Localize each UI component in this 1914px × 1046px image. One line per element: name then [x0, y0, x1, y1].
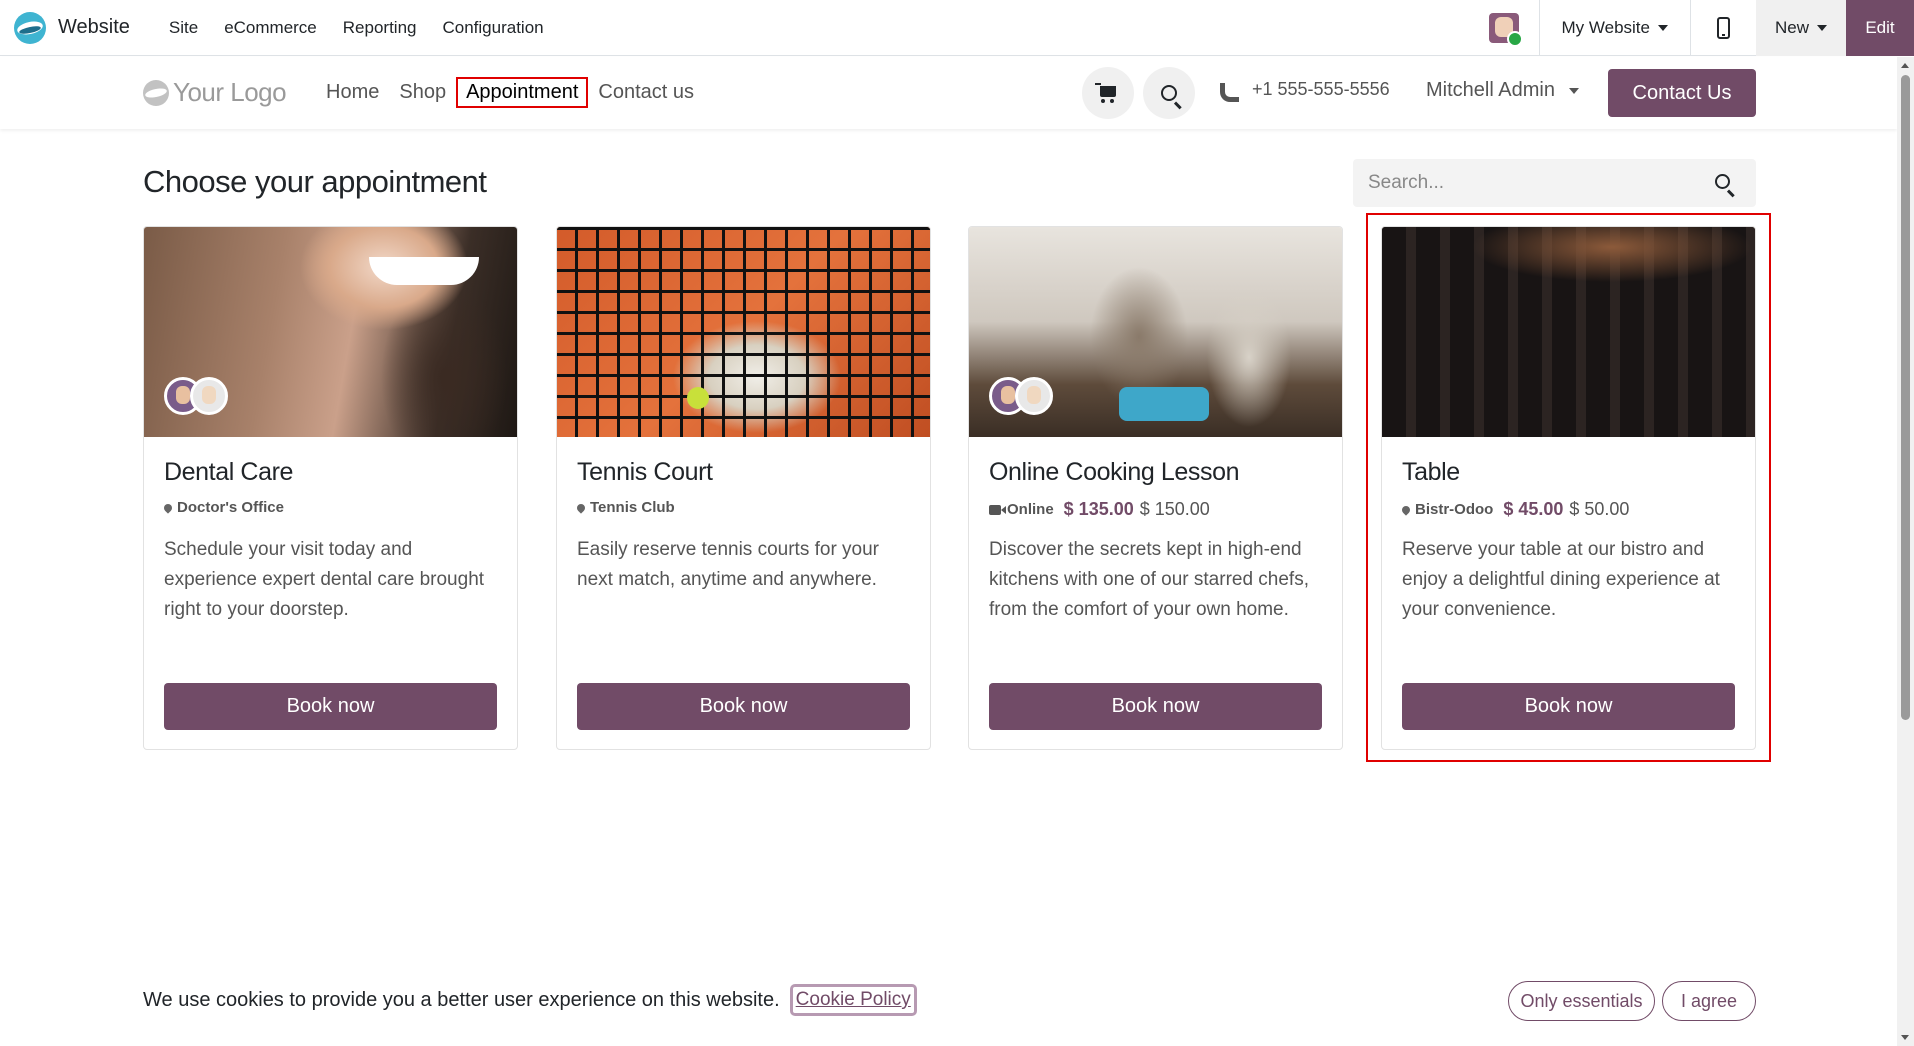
user-name: Mitchell Admin	[1426, 79, 1555, 101]
new-button[interactable]: New	[1756, 0, 1846, 56]
card-image	[557, 227, 930, 437]
mobile-preview-button[interactable]	[1690, 0, 1756, 56]
pin-icon	[1400, 503, 1412, 516]
card-image	[144, 227, 517, 437]
admin-actions: My Website New Edit	[1469, 0, 1914, 56]
book-now-button[interactable]: Book now	[164, 683, 497, 730]
book-now-button[interactable]: Book now	[577, 683, 910, 730]
staff-avatars	[989, 377, 1053, 415]
admin-menu-configuration[interactable]: Configuration	[430, 18, 557, 38]
admin-menu-ecommerce[interactable]: eCommerce	[211, 18, 330, 38]
site-logo[interactable]: Your Logo	[143, 77, 287, 108]
edit-button-label: Edit	[1865, 18, 1895, 37]
appointment-search	[1353, 159, 1756, 207]
app-switcher[interactable]: Website	[0, 0, 156, 56]
caret-down-icon	[1817, 25, 1827, 31]
admin-menu-reporting[interactable]: Reporting	[330, 18, 430, 38]
nav-contact-us[interactable]: Contact us	[588, 77, 704, 108]
card-title: Online Cooking Lesson	[989, 458, 1240, 486]
location-label: Tennis Club	[590, 499, 675, 516]
search-input[interactable]	[1353, 172, 1693, 194]
phone-icon	[1220, 83, 1234, 97]
book-now-button[interactable]: Book now	[1402, 683, 1735, 730]
location-label: Doctor's Office	[177, 499, 284, 516]
card-price: $ 45.00	[1503, 499, 1564, 519]
header-search-button[interactable]	[1143, 67, 1195, 119]
location-label: Bistr-Odoo	[1415, 501, 1494, 518]
appointment-card-table[interactable]: Table Bistr-Odoo $ 45.00 $ 50.00 Reserve…	[1381, 226, 1756, 750]
card-location: Bistr-Odoo $ 45.00 $ 50.00	[1400, 499, 1630, 520]
card-location: Tennis Club	[575, 499, 675, 516]
app-name: Website	[58, 16, 130, 38]
admin-navbar: Website Site eCommerce Reporting Configu…	[0, 0, 1914, 56]
cookie-message: We use cookies to provide you a better u…	[143, 988, 780, 1011]
pin-icon	[575, 501, 587, 514]
card-title: Dental Care	[164, 458, 293, 486]
card-image	[1382, 227, 1755, 437]
staff-avatars	[164, 377, 228, 415]
appointment-card-online-cooking-lesson[interactable]: Online Cooking Lesson Online $ 135.00 $ …	[968, 226, 1343, 750]
cart-button[interactable]	[1082, 67, 1134, 119]
user-menu[interactable]: Mitchell Admin	[1426, 79, 1579, 102]
avatar	[1015, 377, 1053, 415]
cookie-banner: We use cookies to provide you a better u…	[143, 984, 917, 1016]
search-icon	[1161, 85, 1177, 101]
card-description: Reserve your table at our bistro and enj…	[1402, 539, 1720, 620]
avatar	[1488, 13, 1523, 47]
new-button-label: New	[1774, 18, 1809, 37]
edit-button[interactable]: Edit	[1846, 0, 1914, 56]
card-price-original: $ 50.00	[1569, 499, 1630, 519]
contact-us-button[interactable]: Contact Us	[1608, 69, 1756, 117]
card-image	[969, 227, 1342, 437]
card-location: Online $ 135.00 $ 150.00	[989, 499, 1210, 520]
appointment-card-dental-care[interactable]: Dental Care Doctor's Office Schedule you…	[143, 226, 518, 750]
website-selector[interactable]: My Website	[1538, 0, 1691, 56]
logo-icon	[143, 79, 169, 106]
book-now-button[interactable]: Book now	[989, 683, 1322, 730]
card-title: Table	[1402, 458, 1460, 486]
logo-text: Your Logo	[173, 77, 287, 107]
phone-number: +1 555-555-5556	[1252, 79, 1390, 99]
site-nav: Home Shop Appointment Contact us	[316, 77, 704, 108]
scroll-thumb[interactable]	[1901, 75, 1910, 720]
avatar	[190, 377, 228, 415]
scroll-up-arrow-icon[interactable]	[1901, 63, 1909, 68]
page-title: Choose your appointment	[143, 164, 487, 199]
admin-menu-site[interactable]: Site	[156, 18, 211, 38]
website-app-icon	[14, 11, 46, 44]
card-price-original: $ 150.00	[1139, 499, 1210, 519]
nav-appointment[interactable]: Appointment	[456, 77, 589, 108]
search-icon[interactable]	[1715, 174, 1730, 189]
user-avatar-button[interactable]	[1469, 0, 1539, 56]
nav-shop[interactable]: Shop	[389, 77, 456, 108]
nav-home[interactable]: Home	[316, 77, 389, 108]
admin-menu: Site eCommerce Reporting Configuration	[156, 18, 557, 38]
only-essentials-button[interactable]: Only essentials	[1508, 981, 1655, 1021]
caret-down-icon	[1658, 25, 1668, 31]
i-agree-button[interactable]: I agree	[1662, 981, 1756, 1021]
cart-icon	[1095, 83, 1116, 103]
pin-icon	[162, 501, 174, 514]
phone-link[interactable]: +1 555-555-5556	[1220, 79, 1390, 100]
website-selector-label: My Website	[1561, 18, 1651, 37]
website-header: Your Logo Home Shop Appointment Contact …	[0, 57, 1897, 129]
video-camera-icon	[989, 504, 1006, 515]
mobile-icon	[1717, 17, 1730, 39]
card-description: Schedule your visit today and experience…	[164, 539, 485, 620]
cookie-policy-link[interactable]: Cookie Policy	[789, 984, 917, 1016]
card-description: Easily reserve tennis courts for your ne…	[577, 539, 880, 590]
location-label: Online	[1007, 501, 1054, 518]
scroll-down-arrow-icon[interactable]	[1901, 1035, 1909, 1040]
card-description: Discover the secrets kept in high-end ki…	[989, 539, 1309, 620]
card-location: Doctor's Office	[162, 499, 284, 516]
page-scrollbar[interactable]	[1897, 57, 1914, 1046]
card-price: $ 135.00	[1063, 499, 1134, 519]
caret-down-icon	[1568, 87, 1579, 94]
appointment-card-tennis-court[interactable]: Tennis Court Tennis Club Easily reserve …	[556, 226, 931, 750]
card-title: Tennis Court	[577, 458, 713, 486]
